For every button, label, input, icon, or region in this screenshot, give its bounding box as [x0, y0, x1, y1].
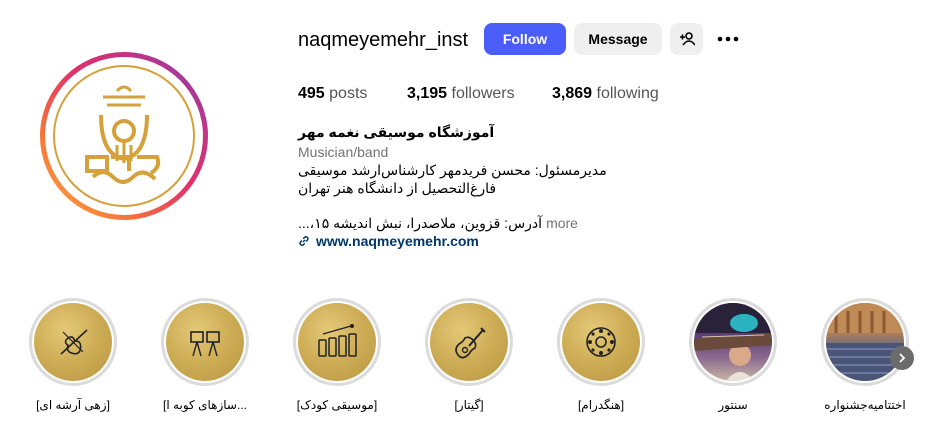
following-label: following — [596, 85, 659, 102]
highlights-next-button[interactable] — [890, 346, 914, 370]
highlight-label: اختتامیه‌جشنواره — [824, 398, 906, 412]
options-button[interactable] — [712, 23, 744, 55]
posts-stat: 495 posts — [298, 85, 367, 103]
bio-line-1: مدیرمسئول: محسن فریدمهر کارشناس‌ارشد موس… — [298, 162, 607, 178]
guitar-icon — [455, 327, 486, 359]
santur-photo — [694, 303, 772, 381]
violin-icon — [60, 329, 88, 355]
highlight-item[interactable]: [موسیقی کودک] — [292, 298, 382, 412]
highlight-label: [زهی آرشه ای] — [36, 398, 110, 412]
highlight-label: [هنگدرام] — [577, 398, 625, 412]
bio-line-2: فارغ‌التحصیل از دانشگاه هنر تهران — [298, 180, 497, 196]
website-link[interactable]: www.naqmeyemehr.com — [298, 233, 479, 249]
message-button[interactable]: Message — [574, 23, 662, 55]
more-options-icon — [717, 36, 739, 42]
highlight-label: [سازهای کوبه ا... — [163, 398, 247, 412]
drums-icon — [190, 331, 220, 357]
naghmeh-mehr-logo-icon — [53, 65, 195, 207]
highlight-item[interactable]: سنتور — [688, 298, 778, 412]
link-icon — [299, 236, 309, 246]
xylophone-icon — [318, 324, 357, 357]
bio-address-row: آدرس: قزوین، ملاصدرا، نبش اندیشه ۱۵،... … — [298, 215, 578, 232]
highlight-item[interactable]: [گیتار] — [424, 298, 514, 412]
more-link[interactable]: more — [546, 215, 578, 232]
followers-count: 3,195 — [407, 85, 448, 102]
following-stat[interactable]: 3,869 following — [552, 85, 659, 103]
profile-avatar[interactable] — [40, 52, 208, 220]
highlight-item[interactable]: [هنگدرام] — [556, 298, 646, 412]
chevron-right-icon — [899, 353, 906, 363]
highlight-label: سنتور — [718, 398, 748, 412]
handpan-icon — [586, 327, 616, 357]
hall-photo — [826, 303, 904, 381]
website-link-text: www.naqmeyemehr.com — [316, 233, 479, 249]
avatar-logo — [45, 57, 203, 215]
highlight-item[interactable]: [سازهای کوبه ا... — [160, 298, 250, 412]
followers-label: followers — [451, 85, 515, 102]
highlight-label: [گیتار] — [454, 398, 484, 412]
bio-line-3: آدرس: قزوین، ملاصدرا، نبش اندیشه ۱۵،... — [298, 215, 543, 231]
posts-count: 495 — [298, 85, 325, 102]
bio-name: آموزشگاه موسیقی نغمه مهر — [298, 124, 495, 140]
add-person-icon — [679, 32, 695, 46]
bio-category: Musician/band — [298, 144, 389, 160]
followers-stat[interactable]: 3,195 followers — [407, 85, 515, 103]
follow-button[interactable]: Follow — [484, 23, 566, 55]
highlight-label: [موسیقی کودک] — [296, 398, 378, 412]
highlight-item[interactable]: [زهی آرشه ای] — [28, 298, 118, 412]
following-count: 3,869 — [552, 85, 593, 102]
add-person-button[interactable] — [670, 23, 703, 55]
username: naqmeyemehr_inst — [298, 29, 469, 51]
posts-label: posts — [329, 85, 368, 102]
